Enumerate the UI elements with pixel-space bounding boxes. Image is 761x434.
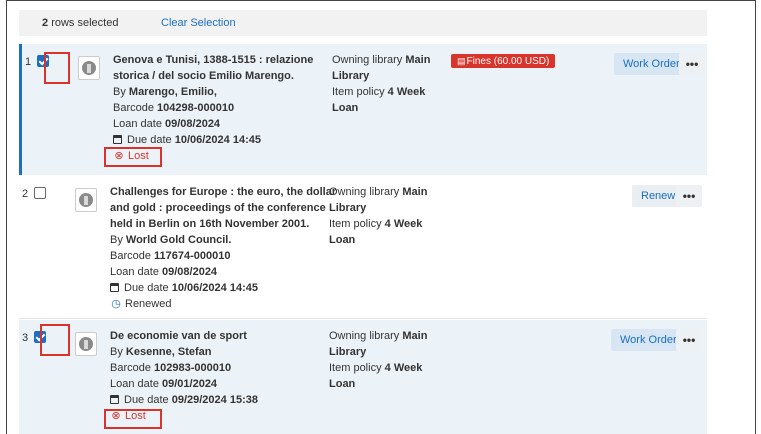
more-actions-button[interactable]: ••• (676, 185, 702, 207)
more-actions-button[interactable]: ••• (676, 329, 702, 351)
item-title[interactable]: held in Berlin on 16th November 2001. (110, 216, 320, 232)
row-checkbox[interactable] (37, 55, 49, 67)
item-details: Challenges for Europe : the euro, the do… (110, 184, 336, 312)
work-order-button[interactable]: Work Order (614, 53, 689, 75)
item-title[interactable]: Challenges for Europe : the euro, the do… (110, 184, 336, 200)
item-due-date: Due date 09/29/2024 15:38 (110, 392, 320, 408)
item-author: By Marengo, Emilio, (113, 86, 217, 98)
book-thumbnail-icon (75, 332, 97, 356)
x-circle-icon: ⊗ (111, 410, 121, 422)
clear-selection-link[interactable]: Clear Selection (161, 17, 236, 29)
item-details: De economie van de sport By Kesenne, Ste… (110, 328, 320, 424)
item-loan-date: Loan date 09/08/2024 (113, 118, 221, 130)
loan-row: 3 De economie van de sport By Kesenne, S… (19, 320, 707, 434)
item-loan-date: Loan date 09/08/2024 (110, 266, 218, 278)
item-barcode: Barcode 102983-000010 (110, 362, 232, 374)
item-barcode: Barcode 117674-000010 (110, 250, 231, 262)
item-author: By Kesenne, Stefan (110, 346, 212, 358)
item-location: Owning library Main Library Item policy … (332, 54, 431, 114)
item-title[interactable]: and gold : proceedings of the conference (110, 200, 326, 216)
work-order-button[interactable]: Work Order (611, 329, 686, 351)
item-location: Owning library Main Library Item policy … (329, 186, 428, 246)
selection-count: 2 rows selected (42, 17, 119, 29)
loan-row: 2 Challenges for Europe : the euro, the … (19, 176, 707, 319)
book-thumbnail-icon (78, 56, 100, 80)
calendar-icon (110, 395, 119, 404)
row-index: 1 (25, 56, 32, 68)
item-details: Genova e Tunisi, 1388-1515 : relazione s… (113, 52, 323, 164)
row-index: 3 (22, 332, 29, 344)
item-loan-date: Loan date 09/01/2024 (110, 378, 218, 390)
row-checkbox[interactable] (34, 331, 46, 343)
x-circle-icon: ⊗ (114, 150, 124, 162)
loan-row: 1 Genova e Tunisi, 1388-1515 : relazione… (19, 44, 707, 175)
calendar-icon (113, 135, 122, 144)
book-thumbnail-icon (75, 188, 97, 212)
status-badge: ◷ Renewed (111, 298, 172, 310)
fines-badge[interactable]: ▤Fines (60.00 USD) (451, 54, 556, 68)
item-due-date: Due date 10/06/2024 14:45 (110, 280, 320, 296)
item-author: By World Gold Council. (110, 234, 232, 246)
item-due-date: Due date 10/06/2024 14:45 (113, 132, 323, 148)
item-title[interactable]: Genova e Tunisi, 1388-1515 : relazione (113, 52, 323, 68)
selection-bar: 2 rows selected Clear Selection (19, 10, 707, 36)
clock-icon: ◷ (111, 298, 121, 310)
item-location: Owning library Main Library Item policy … (329, 330, 428, 390)
item-title[interactable]: storica / del socio Emilio Marengo. (113, 68, 323, 84)
calendar-icon (110, 283, 119, 292)
row-checkbox[interactable] (34, 187, 46, 199)
more-actions-button[interactable]: ••• (679, 53, 705, 75)
status-badge: ⊗ Lost (111, 410, 146, 422)
item-title[interactable]: De economie van de sport (110, 328, 320, 344)
money-icon: ▤ (457, 56, 466, 66)
item-barcode: Barcode 104298-000010 (113, 102, 235, 114)
status-badge: ⊗ Lost (114, 150, 149, 162)
row-index: 2 (22, 188, 29, 200)
